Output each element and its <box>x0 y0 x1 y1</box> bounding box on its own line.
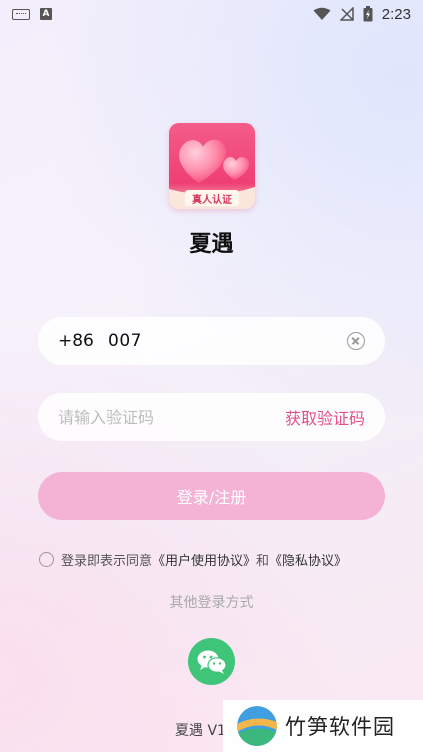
other-login-label: 其他登录方式 <box>169 595 254 611</box>
watermark: 竹笋软件园 <box>223 700 423 752</box>
agreement-row: 登录即表示同意 《用户使用协议》 和 《隐私协议》 <box>39 550 347 569</box>
status-time: 2:23 <box>381 5 411 23</box>
verification-code-input[interactable] <box>58 407 285 427</box>
user-agreement-link[interactable]: 《用户使用协议》 <box>152 550 256 569</box>
no-signal-icon <box>339 7 354 21</box>
text-input-icon: A <box>40 8 52 20</box>
verified-badge: 真人认证 <box>185 190 239 206</box>
privacy-agreement-link[interactable]: 《隐私协议》 <box>269 550 347 569</box>
country-code-selector[interactable]: +86 <box>58 331 108 351</box>
get-code-button[interactable]: 获取验证码 <box>285 405 365 429</box>
keyboard-icon <box>12 8 30 20</box>
phone-field[interactable]: +86 007 <box>38 317 385 365</box>
agreement-and: 和 <box>256 554 270 569</box>
clear-icon[interactable] <box>347 332 365 350</box>
wechat-login-button[interactable] <box>188 638 235 685</box>
agreement-checkbox[interactable] <box>39 552 54 567</box>
agreement-prefix: 登录即表示同意 <box>61 554 153 569</box>
wifi-icon <box>313 7 331 20</box>
verification-code-field[interactable]: 获取验证码 <box>38 393 385 441</box>
app-title: 夏遇 <box>189 232 234 257</box>
version-label: 夏遇 V1 <box>175 723 226 739</box>
battery-charging-icon <box>363 6 373 22</box>
login-register-button[interactable]: 登录/注册 <box>38 472 385 520</box>
app-logo: 真人认证 <box>169 123 255 209</box>
watermark-logo <box>237 706 277 746</box>
wechat-icon <box>197 650 227 674</box>
status-bar: A 2:23 <box>0 0 423 28</box>
phone-input[interactable]: 007 <box>108 331 347 351</box>
watermark-text: 竹笋软件园 <box>285 715 395 739</box>
